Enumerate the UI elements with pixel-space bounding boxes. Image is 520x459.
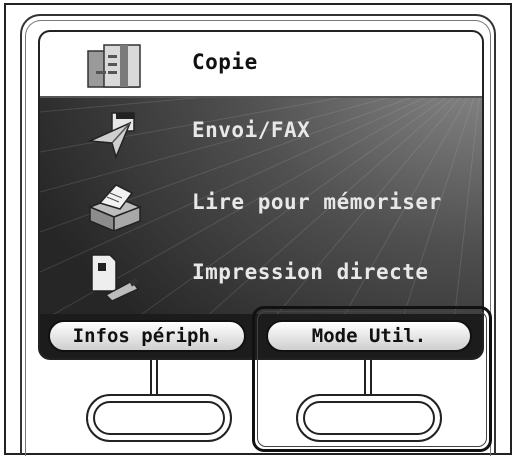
infos-peripherique-softkey[interactable]: Infos périph. [48,320,246,352]
menu-item-label: Copie [192,50,258,74]
menu-item-label: Impression directe [192,260,429,284]
right-hardware-button[interactable] [296,394,442,442]
send-fax-icon [87,112,135,159]
right-hardware-button-inner [303,401,435,435]
left-button-connector [150,360,158,396]
direct-print-icon [91,254,140,301]
scan-to-memory-icon [87,184,142,231]
menu-item-impression-directe[interactable]: Impression directe [40,242,482,308]
menu-item-envoi-fax[interactable]: Envoi/FAX [40,100,482,166]
right-button-connector [364,360,372,396]
copy-icon [87,44,141,88]
menu-item-copie[interactable]: Copie [40,32,482,98]
menu-item-label: Envoi/FAX [192,118,311,142]
left-hardware-button[interactable] [86,394,232,442]
left-hardware-button-inner [93,401,225,435]
menu-item-lire-pour-memoriser[interactable]: Lire pour mémoriser [40,172,482,238]
menu-item-label: Lire pour mémoriser [192,190,442,214]
